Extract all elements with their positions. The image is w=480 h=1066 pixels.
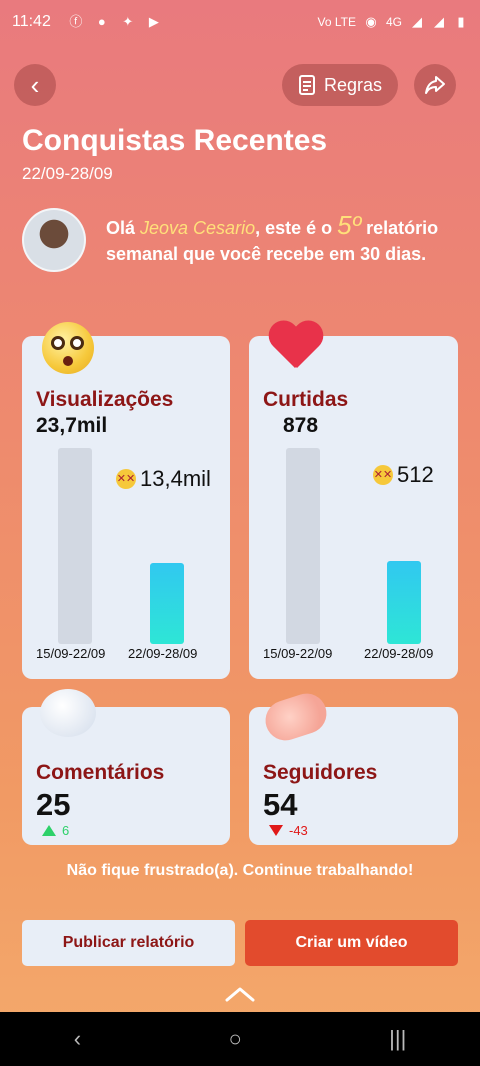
followers-value: 54 <box>263 787 298 822</box>
signal-icon-2: ◢ <box>434 14 444 29</box>
status-time: 11:42 <box>12 13 51 30</box>
chevron-up-icon[interactable] <box>224 980 256 1008</box>
views-title: Visualizações <box>36 388 174 411</box>
nav-back-button[interactable]: ‹ <box>74 1026 81 1052</box>
likes-card: Curtidas 878 ✕✕ 512 15/09-22/09 22/09-28… <box>249 336 458 679</box>
likes-curr-bar <box>387 561 421 644</box>
handshake-icon <box>260 688 332 746</box>
comments-title: Comentários <box>36 761 165 784</box>
battery-icon: ▮ <box>457 14 465 29</box>
followers-title: Seguidores <box>263 761 378 784</box>
mic-icon: ● <box>97 14 106 29</box>
heart-icon <box>267 322 323 372</box>
views-prev-bar <box>58 448 92 644</box>
shocked-face-icon <box>42 322 94 374</box>
views-curr-bar <box>150 563 184 644</box>
wifi-icon: ◉ <box>365 14 377 29</box>
likes-prev-label: 15/09-22/09 <box>263 646 333 661</box>
date-range: 22/09-28/09 <box>22 164 113 183</box>
speech-bubble-icon <box>40 689 96 737</box>
nav-home-button[interactable]: ○ <box>228 1026 241 1052</box>
encouragement-text: Não fique frustrado(a). Continue trabalh… <box>66 862 414 879</box>
system-icons: Vo LTE ◉ 4G ◢ ◢ ▮ <box>317 14 468 30</box>
likes-prev-value: 878 <box>283 414 319 437</box>
dizzy-face-icon: ✕✕ <box>116 469 136 489</box>
facebook-icon: ⓕ <box>69 14 83 29</box>
intro-mid: , este é o <box>255 218 338 238</box>
likes-curr-label: 22/09-28/09 <box>364 646 434 661</box>
views-card: Visualizações 23,7mil ✕✕ 13,4mil 15/09-2… <box>22 322 230 679</box>
volte-label: Vo LTE <box>317 15 356 29</box>
share-button[interactable] <box>414 64 456 106</box>
intro-greeting: Olá <box>106 218 141 238</box>
back-icon: ‹ <box>30 69 40 100</box>
back-button[interactable]: ‹ <box>14 64 56 106</box>
dizzy-face-icon: ✕✕ <box>373 465 393 485</box>
likes-curr-value: 512 <box>397 462 434 487</box>
likes-curr-value-wrap: ✕✕ 512 <box>373 462 434 488</box>
comments-delta: 6 <box>42 823 69 838</box>
page-title: Conquistas Recentes <box>22 124 328 157</box>
status-bar: 11:42 ⓕ ● ✦ ▶ Vo LTE ◉ 4G ◢ ◢ ▮ <box>0 0 480 44</box>
intro-section: Olá Jeova Cesario, este é o 5º relatório… <box>22 208 458 278</box>
notification-icons: ⓕ ● ✦ ▶ <box>69 15 161 29</box>
comments-card: Comentários 25 6 <box>22 689 230 845</box>
followers-delta: -43 <box>269 823 308 838</box>
followers-delta-value: -43 <box>289 823 308 838</box>
views-curr-value: 13,4mil <box>140 466 211 491</box>
rules-button[interactable]: Regras <box>281 64 398 106</box>
views-curr-label: 22/09-28/09 <box>128 646 198 661</box>
views-prev-label: 15/09-22/09 <box>36 646 106 661</box>
user-name: Jeova Cesario <box>140 218 256 238</box>
game-icon: ✦ <box>122 14 134 29</box>
publish-report-button[interactable]: Publicar relatório <box>22 920 235 966</box>
nav-recents-button[interactable]: ||| <box>389 1026 406 1052</box>
signal-icon: ◢ <box>412 14 422 29</box>
likes-prev-bar <box>286 448 320 644</box>
avatar <box>22 208 86 272</box>
arrow-down-icon <box>269 825 283 836</box>
arrow-up-icon <box>42 825 56 836</box>
report-number: 5º <box>337 210 362 240</box>
rules-icon <box>298 75 315 95</box>
system-nav-bar: ‹ ○ ||| <box>0 1012 480 1066</box>
comments-delta-value: 6 <box>62 823 70 838</box>
create-video-button[interactable]: Criar um vídeo <box>245 920 458 966</box>
views-curr-value-wrap: ✕✕ 13,4mil <box>116 466 211 492</box>
network-type-label: 4G <box>385 15 402 29</box>
youtube-icon: ▶ <box>148 14 159 29</box>
views-prev-value: 23,7mil <box>36 414 108 437</box>
rules-label: Regras <box>323 74 382 95</box>
likes-title: Curtidas <box>263 388 349 411</box>
top-toolbar: ‹ Regras <box>14 64 456 106</box>
share-icon <box>425 76 445 94</box>
comments-value: 25 <box>36 787 71 822</box>
intro-text: Olá Jeova Cesario, este é o 5º relatório… <box>106 212 458 267</box>
followers-card: Seguidores 54 -43 <box>249 688 458 845</box>
